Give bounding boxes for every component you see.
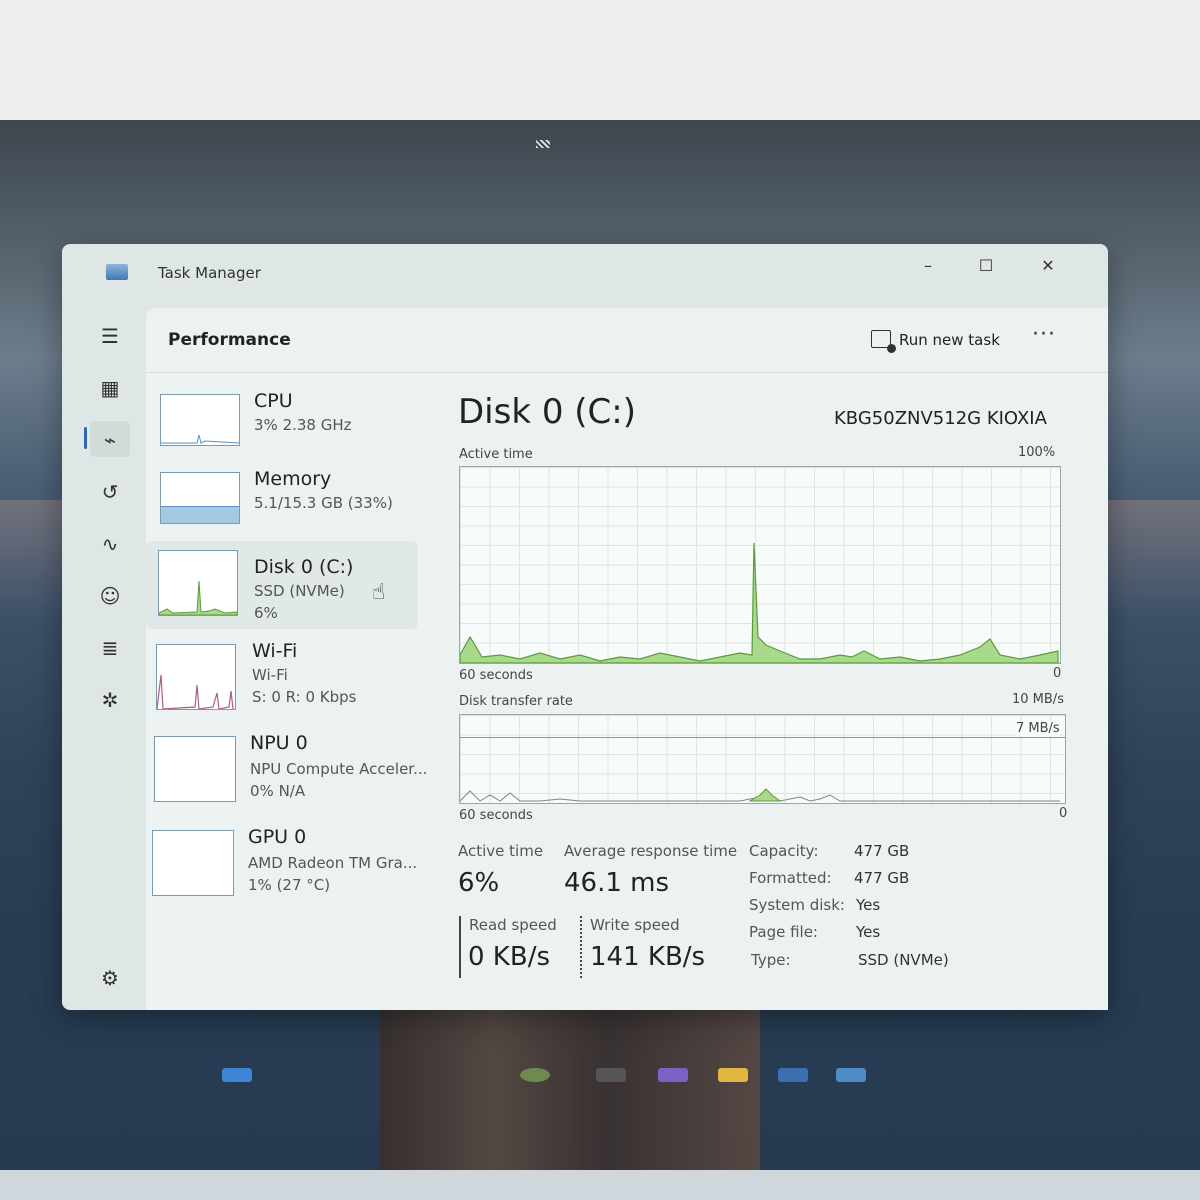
window-title: Task Manager <box>158 264 261 282</box>
npu-thumbnail-graph <box>154 736 236 802</box>
page-file-label: Page file: <box>749 923 818 941</box>
menu-icon[interactable]: ☰ <box>96 322 124 350</box>
active-time-chart-span: 60 seconds <box>459 668 533 683</box>
maximize-button[interactable]: ☐ <box>966 252 1006 280</box>
transfer-rate-graph <box>460 788 1060 802</box>
settings-icon[interactable]: ⚙ <box>96 964 124 992</box>
sidebar-item-detail: NPU Compute Acceler... <box>250 760 428 778</box>
active-time-chart-min: 0 <box>1053 666 1062 681</box>
type-value: SSD (NVMe) <box>858 951 949 969</box>
sidebar-item-detail: 5.1/15.3 GB (33%) <box>254 494 393 512</box>
formatted-value: 477 GB <box>854 869 910 887</box>
performance-pane: Performance Run new task ··· CPU 3% 2.38… <box>146 308 1108 1010</box>
formatted-label: Formatted: <box>749 869 832 887</box>
users-icon[interactable]: ☺ <box>96 582 124 610</box>
more-options-icon[interactable]: ··· <box>1032 322 1056 347</box>
task-manager-window: Task Manager – ☐ ✕ ☰ ▦ ⌁ ↺ ∿ ☺ ≣ ✲ ⚙ Per… <box>62 244 1108 1010</box>
page-title: Performance <box>168 330 291 350</box>
sidebar-item-usage: 0% N/A <box>250 782 306 800</box>
read-speed-label: Read speed <box>469 916 557 934</box>
type-label: Type: <box>751 951 791 969</box>
performance-icon[interactable]: ⌁ <box>96 426 124 454</box>
transfer-rate-chart-max: 10 MB/s <box>1012 692 1064 707</box>
sidebar-item-detail: 3% 2.38 GHz <box>254 416 352 434</box>
average-response-time-value: 46.1 ms <box>564 868 670 898</box>
capacity-value: 477 GB <box>854 842 910 860</box>
camera-icon <box>536 140 550 148</box>
sidebar-item-detail: Wi-Fi <box>252 666 288 684</box>
sidebar-item-usage: S: 0 R: 0 Kbps <box>252 688 357 706</box>
task-manager-logo-icon <box>106 264 128 280</box>
nav-active-indicator <box>84 427 87 449</box>
sidebar-item-name: Disk 0 (C:) <box>254 556 354 578</box>
read-speed-divider <box>459 916 461 978</box>
wifi-thumbnail-graph <box>156 644 236 710</box>
taskbar-app-icon[interactable] <box>596 1068 626 1082</box>
system-disk-value: Yes <box>856 896 881 914</box>
transfer-rate-chart-min: 0 <box>1059 806 1068 821</box>
close-button[interactable]: ✕ <box>1028 252 1068 280</box>
write-speed-divider <box>580 916 582 978</box>
capacity-label: Capacity: <box>749 842 819 860</box>
hand-cursor-icon: ☝ <box>372 580 386 605</box>
app-history-icon[interactable]: ↺ <box>96 478 124 506</box>
system-disk-label: System disk: <box>749 896 845 914</box>
transfer-rate-chart-span: 60 seconds <box>459 808 533 823</box>
page-file-value: Yes <box>856 923 881 941</box>
average-response-time-label: Average response time <box>564 842 738 860</box>
active-time-label: Active time <box>458 842 544 860</box>
cpu-thumbnail-graph <box>160 394 240 446</box>
device-bezel <box>0 0 1200 120</box>
sidebar-item-usage: 1% (27 °C) <box>248 876 331 894</box>
run-task-icon <box>871 330 896 353</box>
active-time-chart-max: 100% <box>1018 445 1056 460</box>
write-speed-label: Write speed <box>590 916 680 934</box>
minimize-button[interactable]: – <box>908 252 948 280</box>
taskbar <box>0 1170 1200 1200</box>
details-icon[interactable]: ≣ <box>96 634 124 662</box>
header-divider <box>146 372 1108 373</box>
run-new-task-button[interactable]: Run new task <box>871 330 1000 353</box>
taskbar-app-icon[interactable] <box>658 1068 688 1082</box>
transfer-rate-chart-label: Disk transfer rate <box>459 694 573 709</box>
read-speed-value: 0 KB/s <box>468 942 550 972</box>
task-manager-taskbar-icon[interactable] <box>836 1068 866 1082</box>
services-icon[interactable]: ✲ <box>96 686 124 714</box>
sidebar-item-detail: AMD Radeon TM Gra... <box>248 854 418 872</box>
transfer-rate-chart: 7 MB/s <box>459 714 1066 804</box>
gpu-thumbnail-graph <box>152 830 234 896</box>
startup-icon[interactable]: ∿ <box>96 530 124 558</box>
taskbar-app-icon[interactable] <box>520 1068 550 1082</box>
disk-model: KBG50ZNV512G KIOXIA <box>834 408 1047 429</box>
disk-thumbnail-graph <box>158 550 238 616</box>
active-time-graph <box>460 542 1059 663</box>
active-time-chart <box>459 466 1061 664</box>
write-speed-value: 141 KB/s <box>590 942 706 972</box>
run-new-task-label: Run new task <box>899 331 1000 349</box>
wallpaper-dock <box>380 1005 760 1175</box>
sidebar-item-detail: SSD (NVMe) <box>254 582 345 600</box>
sidebar-item-name: Memory <box>254 468 332 490</box>
file-explorer-icon[interactable] <box>718 1068 748 1082</box>
sidebar-item-name: GPU 0 <box>248 826 307 848</box>
sidebar-item-name: CPU <box>254 390 293 412</box>
sidebar-item-name: Wi-Fi <box>252 640 298 662</box>
disk-title: Disk 0 (C:) <box>458 392 637 432</box>
sidebar-item-name: NPU 0 <box>250 732 308 754</box>
store-icon[interactable] <box>778 1068 808 1082</box>
sidebar-item-usage: 6% <box>254 604 278 622</box>
start-icon[interactable] <box>222 1068 252 1082</box>
active-time-chart-label: Active time <box>459 447 533 462</box>
active-time-value: 6% <box>458 868 500 898</box>
processes-icon[interactable]: ▦ <box>96 374 124 402</box>
memory-thumbnail-graph <box>160 472 240 524</box>
